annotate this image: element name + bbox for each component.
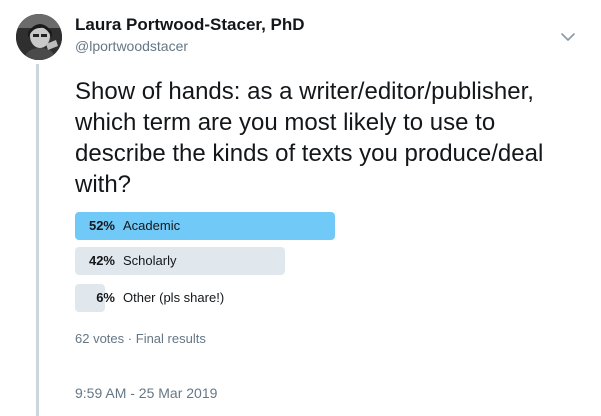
poll-percent: 42% (88, 253, 115, 268)
avatar-image (16, 14, 62, 60)
poll-percent: 52% (88, 218, 115, 233)
thread-line (36, 64, 39, 416)
tweet-text: Show of hands: as a writer/editor/publis… (75, 78, 544, 198)
poll-option-other[interactable]: 6% Other (pls share!) (75, 284, 365, 312)
poll-meta: 62 votes · Final results (75, 331, 206, 346)
poll-option-academic[interactable]: 52% Academic (75, 212, 365, 240)
poll-option-label: Other (pls share!) (123, 290, 225, 305)
poll-status: Final results (135, 331, 206, 346)
tweet-timestamp[interactable]: 9:59 AM - 25 Mar 2019 (75, 385, 217, 401)
avatar[interactable] (16, 14, 62, 60)
poll-option-label: Academic (123, 218, 181, 233)
poll-option-scholarly[interactable]: 42% Scholarly (75, 247, 365, 275)
author-handle[interactable]: @lportwoodstacer (75, 38, 188, 54)
chevron-down-icon[interactable] (559, 30, 577, 44)
poll-votes: 62 votes (75, 331, 125, 346)
poll-separator: · (127, 331, 133, 346)
poll-percent: 6% (96, 290, 115, 305)
poll-option-label: Scholarly (123, 253, 177, 268)
author-name[interactable]: Laura Portwood-Stacer, PhD (75, 15, 305, 35)
